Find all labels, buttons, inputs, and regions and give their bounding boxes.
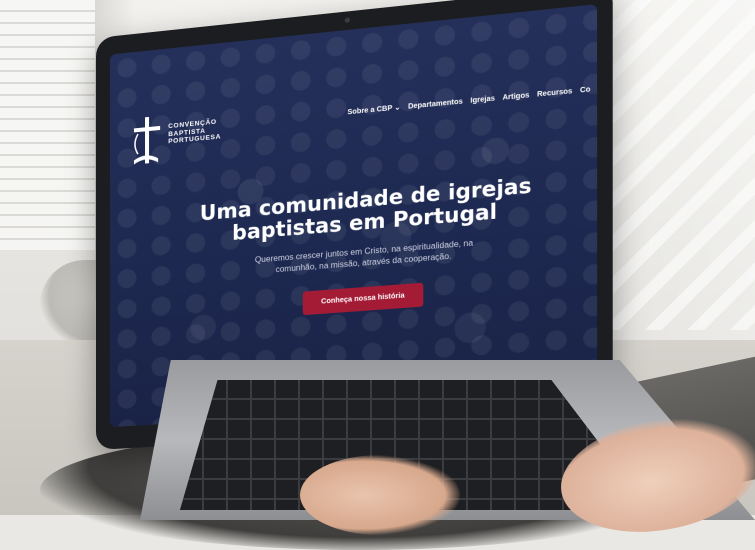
nav-item-departamentos[interactable]: Departamentos [408,98,463,110]
logo-wordmark: Convenção Baptista Portuguesa [168,118,221,146]
webcam [344,17,350,24]
nav-item-contactos[interactable]: Co [580,86,590,94]
nav-item-artigos[interactable]: Artigos [503,91,530,101]
left-hand [300,455,460,535]
window-blinds [0,0,95,250]
hero-subtitle: Queremos crescer juntos em Cristo, na es… [254,238,474,275]
site-logo[interactable]: Convenção Baptista Portuguesa [128,102,260,175]
nav-item-recursos[interactable]: Recursos [537,87,572,98]
nav-item-igrejas[interactable]: Igrejas [470,95,495,105]
cross-bible-icon [133,116,161,165]
nav-item-sobre[interactable]: Sobre a CBP ⌄ [347,103,400,116]
